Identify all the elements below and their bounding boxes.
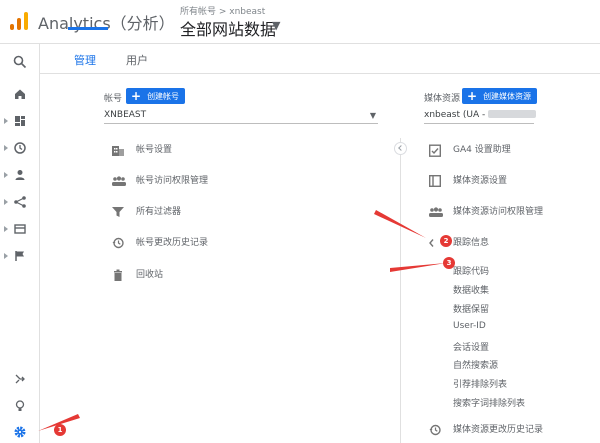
- callout-badge-1: 1: [54, 424, 66, 436]
- arrow-3: [390, 263, 446, 272]
- annotation-arrows: [38, 210, 446, 431]
- callout-badge-2: 2: [440, 235, 452, 247]
- arrow-2: [374, 210, 426, 238]
- callout-badge-3: 3: [443, 257, 455, 269]
